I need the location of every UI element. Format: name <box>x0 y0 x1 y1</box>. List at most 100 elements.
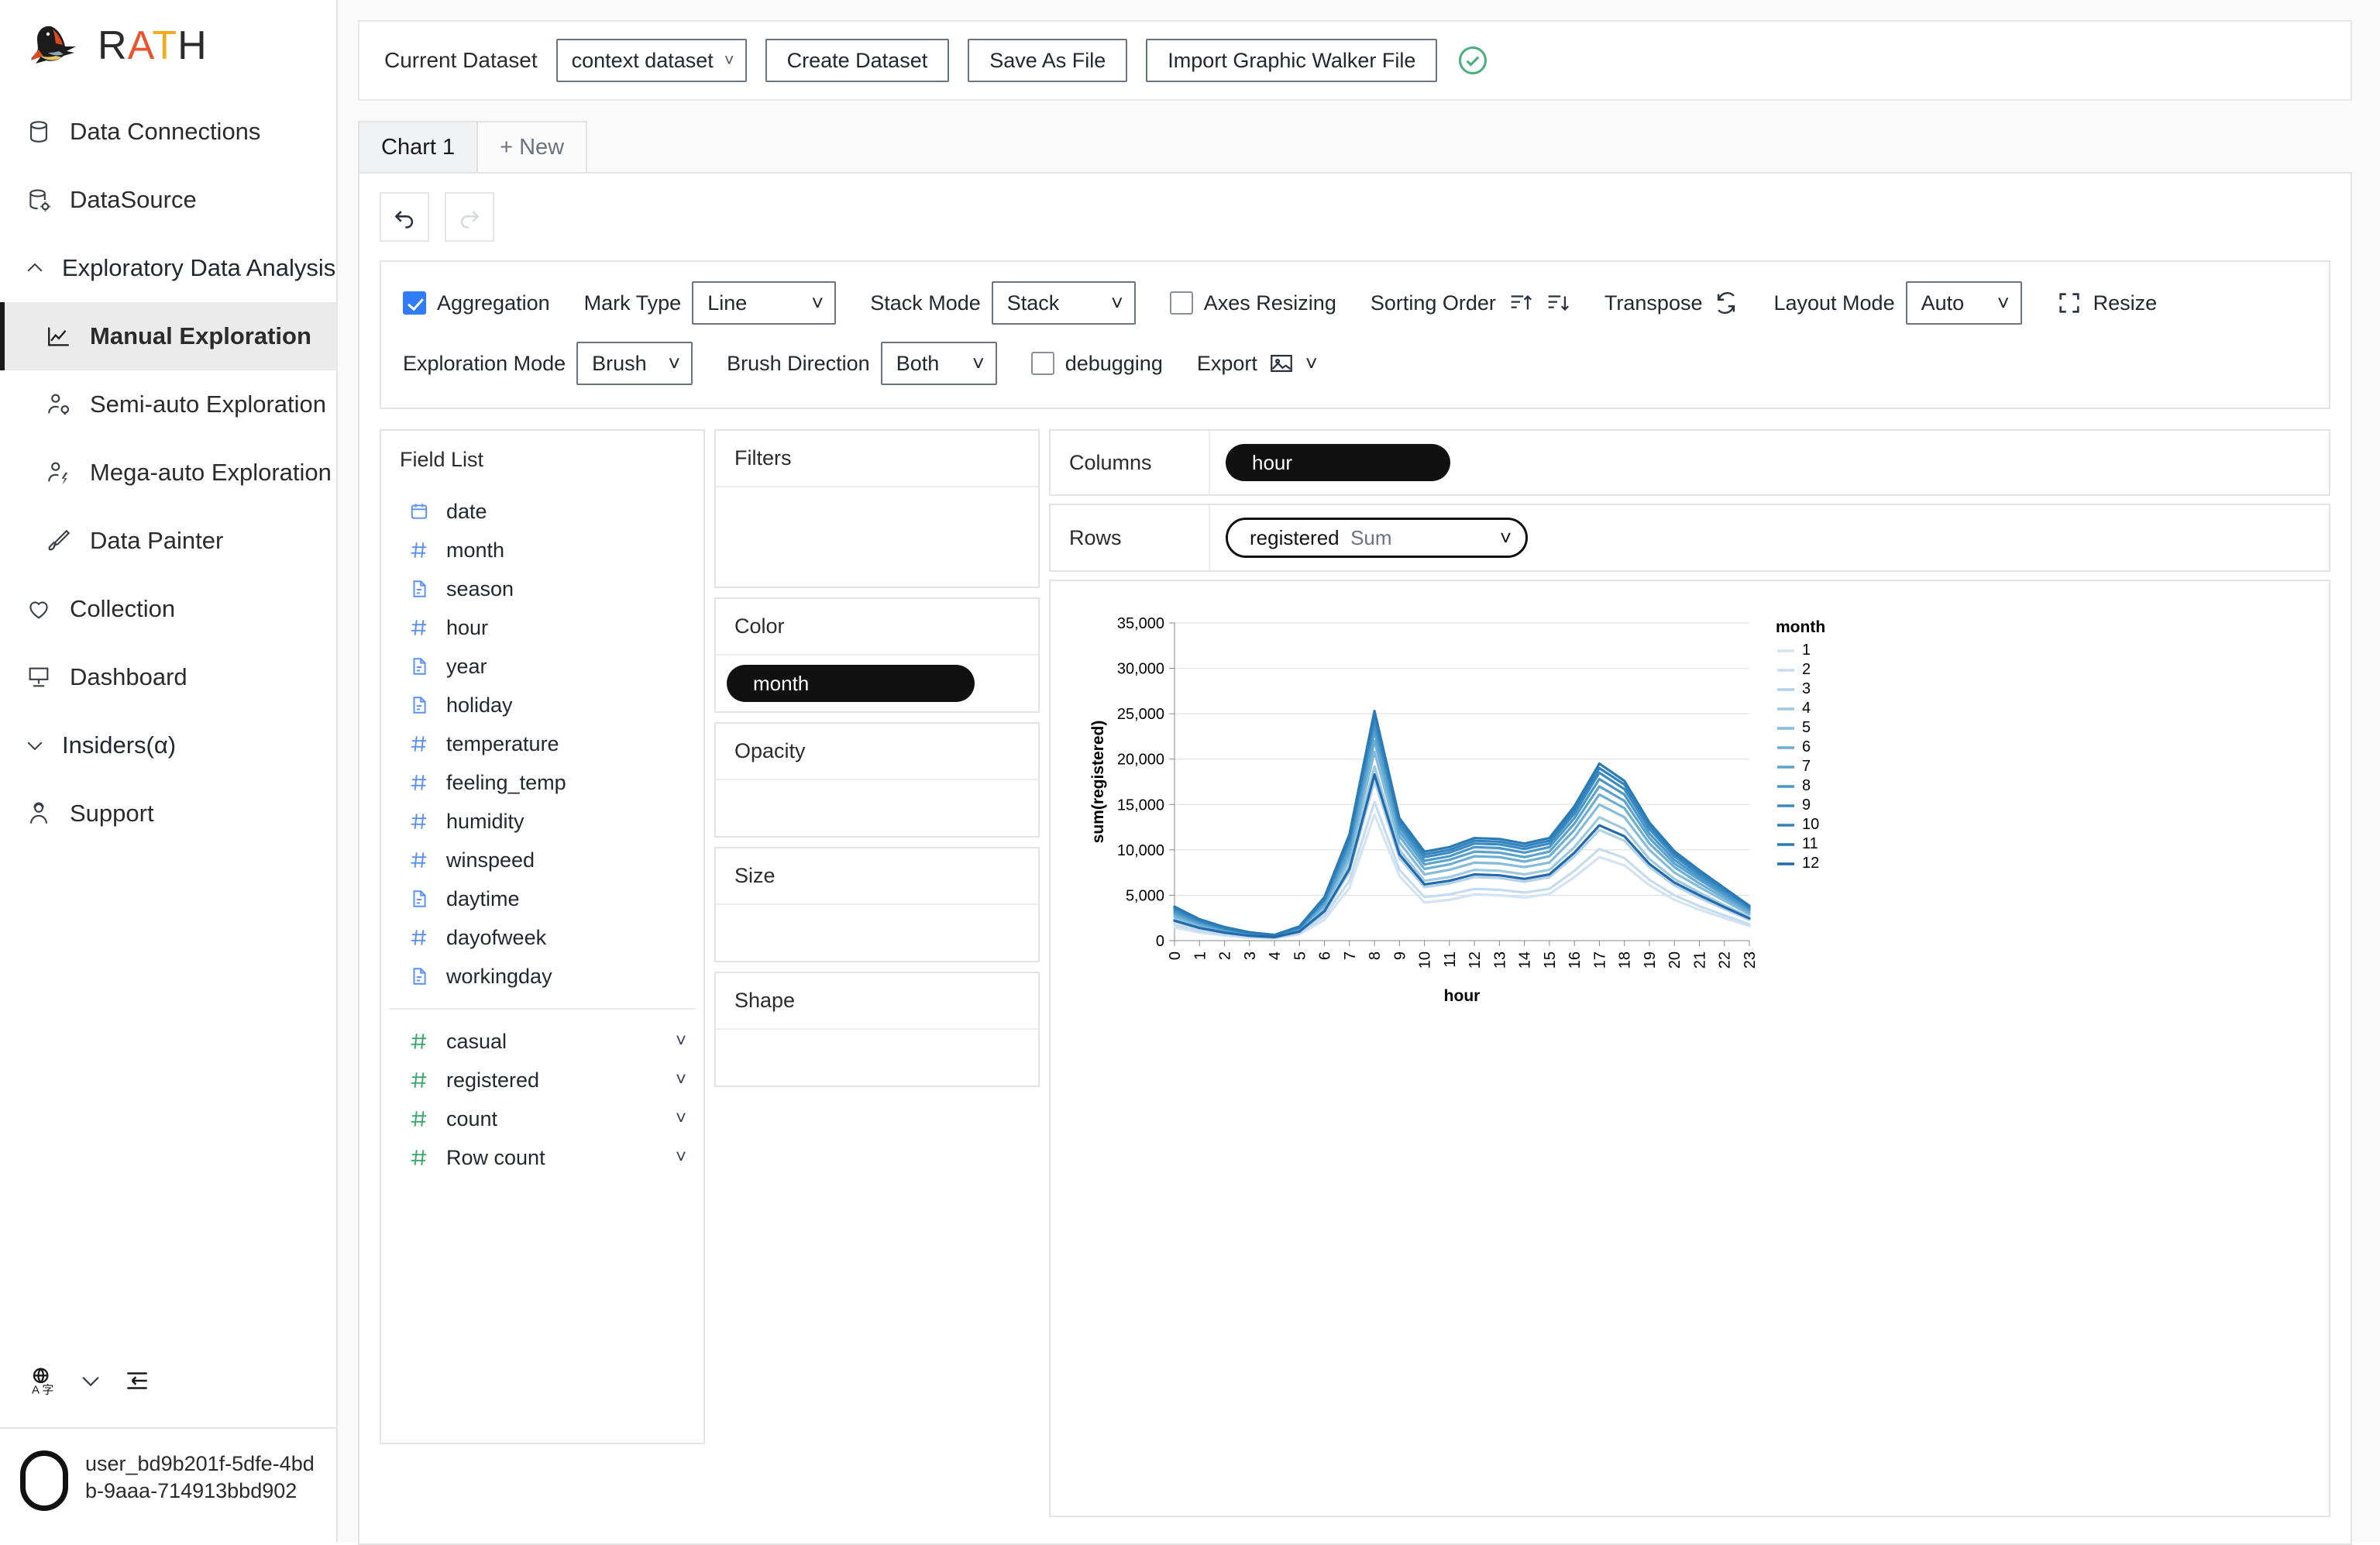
sorting-order-label: Sorting Order <box>1370 291 1496 315</box>
collapse-panel-icon[interactable] <box>122 1366 152 1395</box>
field-item-feeling-temp[interactable]: feeling_temp <box>381 763 703 802</box>
axes-resizing-checkbox[interactable] <box>1169 291 1193 315</box>
field-item-dayofweek[interactable]: dayofweek <box>381 918 703 957</box>
save-as-file-button[interactable]: Save As File <box>968 39 1128 82</box>
user-row[interactable]: user_bd9b201f-5dfe-4bdb-9aaa-714913bbd90… <box>0 1427 336 1542</box>
chevron-down-icon[interactable]: ˅ <box>676 1069 686 1091</box>
sidebar-item-manual-exploration[interactable]: Manual Exploration <box>0 302 336 370</box>
debugging-toggle[interactable]: debugging <box>1030 352 1163 376</box>
visualization-container[interactable]: 0 5,000 10,000 15,000 20,000 25,000 30,000 35,0… <box>1049 580 2330 1517</box>
sidebar-group-insiders[interactable]: Insiders(α) <box>0 711 336 779</box>
field-item-count[interactable]: count ˅ <box>381 1099 703 1138</box>
chevron-down-icon[interactable]: ˅ <box>676 1031 686 1052</box>
undo-button[interactable] <box>380 192 429 242</box>
sidebar-item-semi-auto-exploration[interactable]: Semi-auto Exploration <box>0 370 336 439</box>
svg-text:1: 1 <box>1192 951 1209 960</box>
redo-button[interactable] <box>445 192 494 242</box>
mark-type-label: Mark Type <box>583 291 682 315</box>
field-label: feeling_temp <box>446 770 566 794</box>
sidebar-footer: A 字 user_bd9b201f-5dfe-4bdb-9aaa-714913b… <box>0 1365 336 1542</box>
aggregation-checkbox[interactable] <box>403 291 426 315</box>
language-chevron-down-icon[interactable] <box>77 1368 104 1394</box>
sidebar-item-support[interactable]: Support <box>0 779 336 848</box>
sort-descending-icon[interactable] <box>1544 290 1570 316</box>
field-item-workingday[interactable]: workingday <box>381 957 703 996</box>
svg-text:16: 16 <box>1567 951 1584 969</box>
transpose-control[interactable]: Transpose <box>1604 290 1740 316</box>
sidebar: RATH Data Connections DataSource Explora… <box>0 0 338 1542</box>
rows-shelf: Rows registered Sum ˅ <box>1049 504 2330 572</box>
sidebar-item-collection[interactable]: Collection <box>0 575 336 643</box>
color-dropzone[interactable]: month <box>716 656 1038 711</box>
field-item-humidity[interactable]: humidity <box>381 802 703 841</box>
layout-mode-label: Layout Mode <box>1773 291 1895 315</box>
sort-ascending-icon[interactable] <box>1507 290 1533 316</box>
rows-dropzone[interactable]: registered Sum ˅ <box>1210 505 2329 570</box>
sidebar-item-datasource[interactable]: DataSource <box>0 166 336 234</box>
opacity-dropzone[interactable] <box>716 780 1038 836</box>
stack-mode-select[interactable]: Stack ˅ <box>991 281 1136 325</box>
field-item-date[interactable]: date <box>381 492 703 531</box>
brand-letter-r: R <box>98 23 128 68</box>
size-dropzone[interactable] <box>716 905 1038 961</box>
language-globe-icon[interactable]: A 字 <box>28 1365 59 1396</box>
svg-text:11: 11 <box>1442 951 1459 968</box>
sidebar-item-data-connections[interactable]: Data Connections <box>0 98 336 166</box>
layout-mode-select[interactable]: Auto ˅ <box>1905 281 2022 325</box>
filters-dropzone[interactable] <box>716 487 1038 587</box>
svg-text:5,000: 5,000 <box>1126 887 1164 904</box>
sidebar-item-mega-auto-exploration[interactable]: Mega-auto Exploration <box>0 439 336 507</box>
brand: RATH <box>0 0 336 87</box>
mark-type-select[interactable]: Line ˅ <box>692 281 837 325</box>
field-item-holiday[interactable]: holiday <box>381 686 703 724</box>
tab-new[interactable]: + New <box>476 121 588 172</box>
chevron-down-icon[interactable]: ˅ <box>676 1108 686 1130</box>
axes-resizing-toggle[interactable]: Axes Resizing <box>1169 291 1336 315</box>
field-item-daytime[interactable]: daytime <box>381 879 703 918</box>
svg-text:sum(registered): sum(registered) <box>1089 721 1107 844</box>
rows-pill-field: registered <box>1250 525 1340 549</box>
sidebar-item-label: Mega-auto Exploration <box>90 459 332 486</box>
field-item-casual[interactable]: casual ˅ <box>381 1022 703 1061</box>
exploration-mode-select[interactable]: Brush ˅ <box>576 342 693 385</box>
brush-direction-select[interactable]: Both ˅ <box>880 342 997 385</box>
field-item-month[interactable]: month <box>381 531 703 569</box>
chart-tabs: Chart 1 + New <box>358 121 2352 172</box>
chevron-down-icon: ˅ <box>668 351 681 375</box>
svg-text:12: 12 <box>1467 951 1484 969</box>
shape-dropzone[interactable] <box>716 1030 1038 1086</box>
debugging-checkbox[interactable] <box>1030 352 1054 375</box>
brush-direction-label: Brush Direction <box>727 351 870 375</box>
field-item-season[interactable]: season <box>381 569 703 608</box>
heart-icon <box>23 594 54 625</box>
hash-icon <box>408 1109 431 1129</box>
field-item-winspeed[interactable]: winspeed <box>381 841 703 879</box>
import-graphic-walker-file-button[interactable]: Import Graphic Walker File <box>1146 39 1438 82</box>
chevron-down-icon[interactable]: ˅ <box>676 1147 686 1168</box>
encoding-filters: Filters <box>714 429 1040 588</box>
svg-text:14: 14 <box>1517 951 1534 969</box>
database-gear-icon <box>23 184 54 215</box>
chevron-down-icon: ˅ <box>1110 291 1123 315</box>
dataset-select[interactable]: context dataset ˅ <box>555 39 747 82</box>
aggregation-toggle[interactable]: Aggregation <box>403 291 550 315</box>
field-item-registered[interactable]: registered ˅ <box>381 1061 703 1099</box>
rows-pill-registered[interactable]: registered Sum ˅ <box>1226 518 1528 558</box>
sidebar-item-data-painter[interactable]: Data Painter <box>0 507 336 575</box>
field-item-row-count[interactable]: Row count ˅ <box>381 1138 703 1177</box>
export-control[interactable]: Export ˅ <box>1197 350 1318 377</box>
sidebar-item-dashboard[interactable]: Dashboard <box>0 643 336 711</box>
resize-control[interactable]: Resize <box>2056 290 2157 316</box>
line-chart[interactable]: 0 5,000 10,000 15,000 20,000 25,000 30,000 35,0… <box>1083 609 1982 1012</box>
columns-dropzone[interactable]: hour <box>1210 431 2329 494</box>
create-dataset-button[interactable]: Create Dataset <box>765 39 950 82</box>
document-icon <box>408 695 431 715</box>
columns-pill-hour[interactable]: hour <box>1226 444 1450 481</box>
color-pill-month[interactable]: month <box>727 665 975 702</box>
tab-chart-1[interactable]: Chart 1 <box>358 121 479 172</box>
export-label: Export <box>1196 351 1257 375</box>
field-item-year[interactable]: year <box>381 647 703 686</box>
sidebar-group-eda[interactable]: Exploratory Data Analysis <box>0 234 336 302</box>
field-item-temperature[interactable]: temperature <box>381 724 703 763</box>
field-item-hour[interactable]: hour <box>381 608 703 647</box>
